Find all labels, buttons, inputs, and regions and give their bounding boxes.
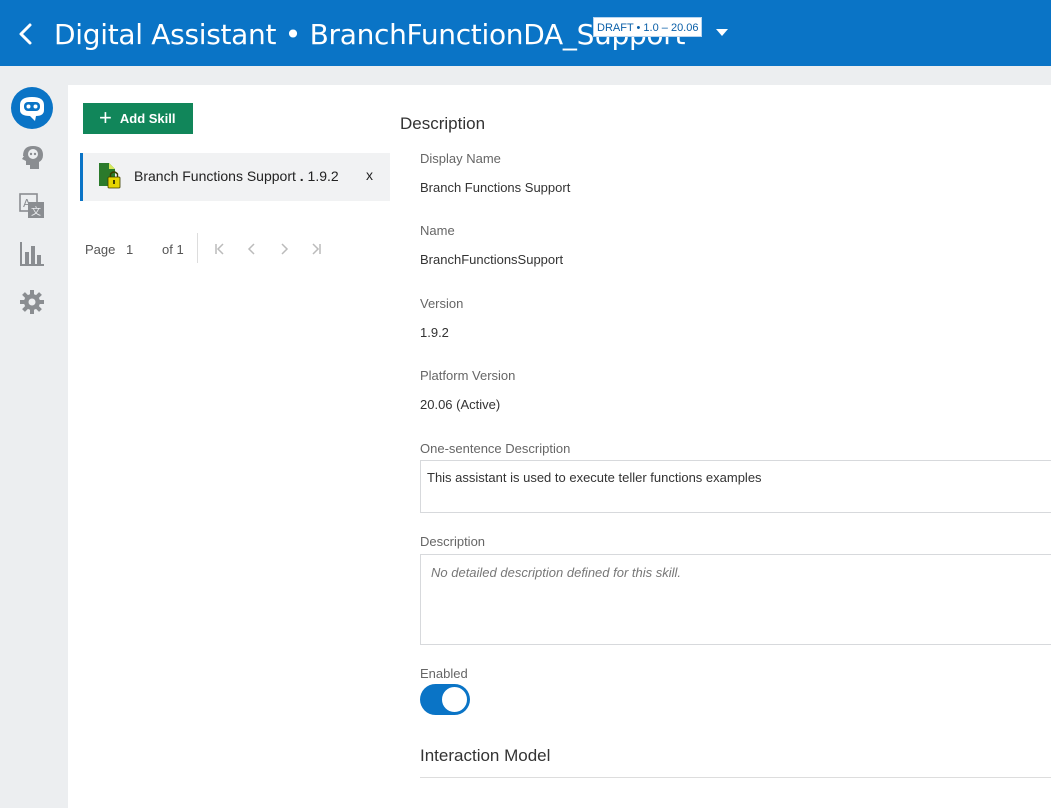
skill-list-item[interactable]: Branch Functions Support . 1.9.2 x <box>80 153 390 201</box>
enabled-label: Enabled <box>420 666 468 681</box>
bot-icon <box>20 97 44 121</box>
version-badge: DRAFT • 1.0 – 20.06 <box>593 17 703 37</box>
nav-item-translation[interactable]: A 文 <box>10 184 54 228</box>
plus-icon: + <box>99 104 112 130</box>
nav-item-skills[interactable] <box>10 86 54 130</box>
enabled-toggle[interactable] <box>420 684 470 715</box>
version-value: 1.9.2 <box>420 325 449 340</box>
add-skill-label: Add Skill <box>119 111 176 126</box>
display-name-value: Branch Functions Support <box>420 180 571 195</box>
one-sentence-description-field[interactable]: This assistant is used to execute teller… <box>420 460 1051 513</box>
section-divider <box>420 777 1051 778</box>
page-title: Digital Assistant • BranchFunctionDA_Sup… <box>54 18 686 51</box>
nav-item-settings[interactable] <box>10 280 54 324</box>
svg-text:文: 文 <box>31 205 41 218</box>
name-value: BranchFunctionsSupport <box>420 252 564 267</box>
remove-skill-button[interactable]: x <box>366 167 373 183</box>
one-sentence-description-label: One-sentence Description <box>420 441 571 456</box>
platform-version-value: 20.06 (Active) <box>420 397 501 412</box>
nav-item-insights[interactable] <box>10 136 54 180</box>
first-page-icon[interactable] <box>212 240 228 258</box>
next-page-icon[interactable] <box>276 240 292 258</box>
display-name-label: Display Name <box>420 151 501 166</box>
back-button[interactable] <box>16 22 36 46</box>
last-page-icon[interactable] <box>308 240 324 258</box>
page-number-input[interactable]: 1 <box>126 242 133 257</box>
version-label: Version <box>420 296 464 311</box>
chevron-left-icon <box>19 23 32 45</box>
description-label: Description <box>420 534 486 549</box>
bar-chart-icon <box>20 242 44 266</box>
section-title-description: Description <box>400 114 486 133</box>
head-bubble-icon <box>22 146 43 169</box>
caret-down-icon[interactable] <box>716 29 728 36</box>
section-title-interaction-model: Interaction Model <box>420 746 551 765</box>
description-field[interactable]: No detailed description defined for this… <box>420 554 1051 645</box>
nav-item-analytics[interactable] <box>10 232 54 276</box>
translate-icon: A 文 <box>19 193 44 218</box>
skill-lock-icon <box>99 163 121 189</box>
toggle-knob <box>441 686 468 713</box>
separator-dot: . <box>299 168 304 184</box>
platform-version-label: Platform Version <box>420 368 516 383</box>
pager-divider <box>197 233 198 263</box>
header-bar: Digital Assistant • BranchFunctionDA_Sup… <box>0 0 1051 66</box>
previous-page-icon[interactable] <box>244 240 260 258</box>
side-nav: A 文 <box>0 66 64 808</box>
name-label: Name <box>420 223 455 238</box>
add-skill-button[interactable]: + Add Skill <box>83 103 193 134</box>
page-count: of 1 <box>162 242 184 257</box>
gear-icon <box>20 290 44 314</box>
skill-name: Branch Functions Support . 1.9.2 <box>134 168 339 184</box>
page-label: Page <box>85 242 116 257</box>
